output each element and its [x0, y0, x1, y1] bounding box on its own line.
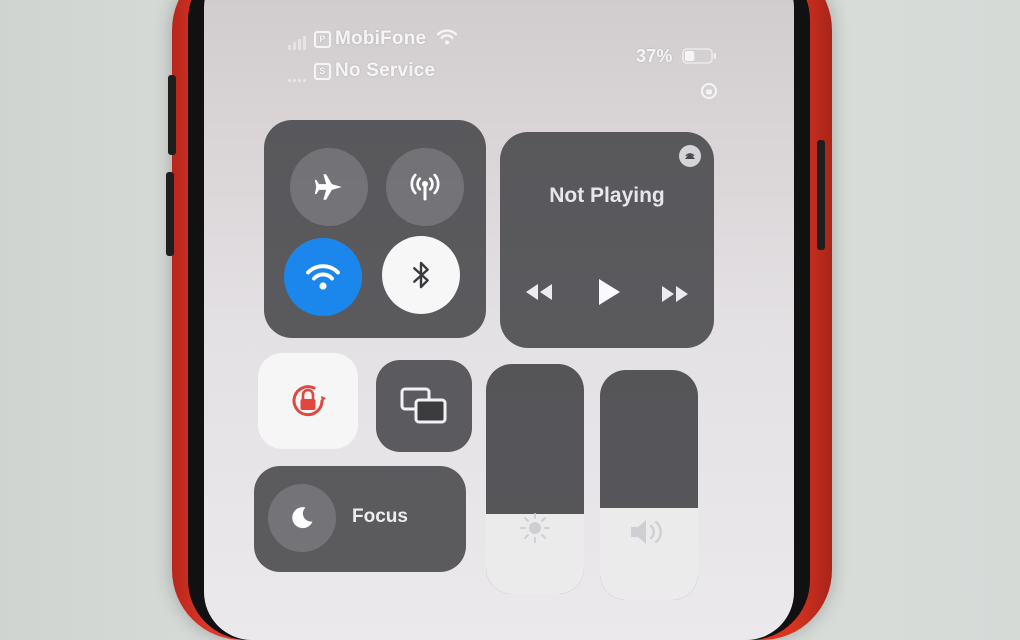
airplane-mode-toggle[interactable]	[290, 148, 368, 226]
sun-icon	[520, 513, 550, 543]
connectivity-module	[264, 120, 486, 338]
moon-icon	[292, 507, 313, 529]
mute-switch	[168, 75, 176, 155]
screen-mirroring-icon	[400, 387, 447, 424]
airplay-icon[interactable]	[678, 144, 702, 168]
wifi-icon	[436, 29, 457, 45]
cellular-bars-secondary-icon	[288, 60, 308, 82]
orientation-lock-indicator-icon	[701, 83, 717, 99]
antenna-icon	[410, 173, 440, 201]
play-icon[interactable]	[596, 277, 622, 307]
battery-icon	[682, 48, 716, 64]
wifi-icon	[306, 264, 340, 290]
fast-forward-icon[interactable]	[660, 284, 690, 304]
now-playing-title: Not Playing	[549, 184, 665, 207]
focus-label: Focus	[352, 506, 408, 527]
orientation-lock-button[interactable]	[258, 353, 358, 449]
volume-slider[interactable]	[600, 370, 698, 600]
wifi-toggle[interactable]	[284, 238, 362, 316]
carrier-secondary: S No Service	[288, 60, 435, 82]
carrier-primary: P MobiFone	[288, 28, 458, 50]
rewind-icon[interactable]	[524, 282, 554, 302]
battery-status: 37%	[636, 46, 718, 67]
brightness-slider[interactable]	[486, 364, 584, 594]
carrier-secondary-label: No Service	[335, 60, 436, 81]
focus-icon-circle	[268, 484, 336, 552]
sim-badge-secondary: S	[314, 63, 331, 80]
orientation-lock-icon	[292, 385, 326, 417]
control-center-screen: P MobiFone S No Service 37% Not Playing …	[204, 0, 794, 640]
cellular-data-toggle[interactable]	[386, 148, 464, 226]
side-button	[817, 140, 825, 250]
carrier-primary-label: MobiFone	[335, 28, 427, 49]
sim-badge-primary: P	[314, 31, 331, 48]
battery-percent: 37%	[636, 46, 673, 66]
airplane-icon	[314, 174, 342, 200]
bluetooth-icon	[413, 261, 429, 289]
focus-button[interactable]: Focus	[254, 466, 466, 572]
speaker-icon	[631, 520, 662, 544]
volume-button	[166, 172, 174, 256]
bluetooth-toggle[interactable]	[382, 236, 460, 314]
now-playing-module: Not Playing	[500, 132, 714, 348]
cellular-bars-icon	[288, 28, 308, 50]
screen-mirroring-button[interactable]	[376, 360, 472, 452]
